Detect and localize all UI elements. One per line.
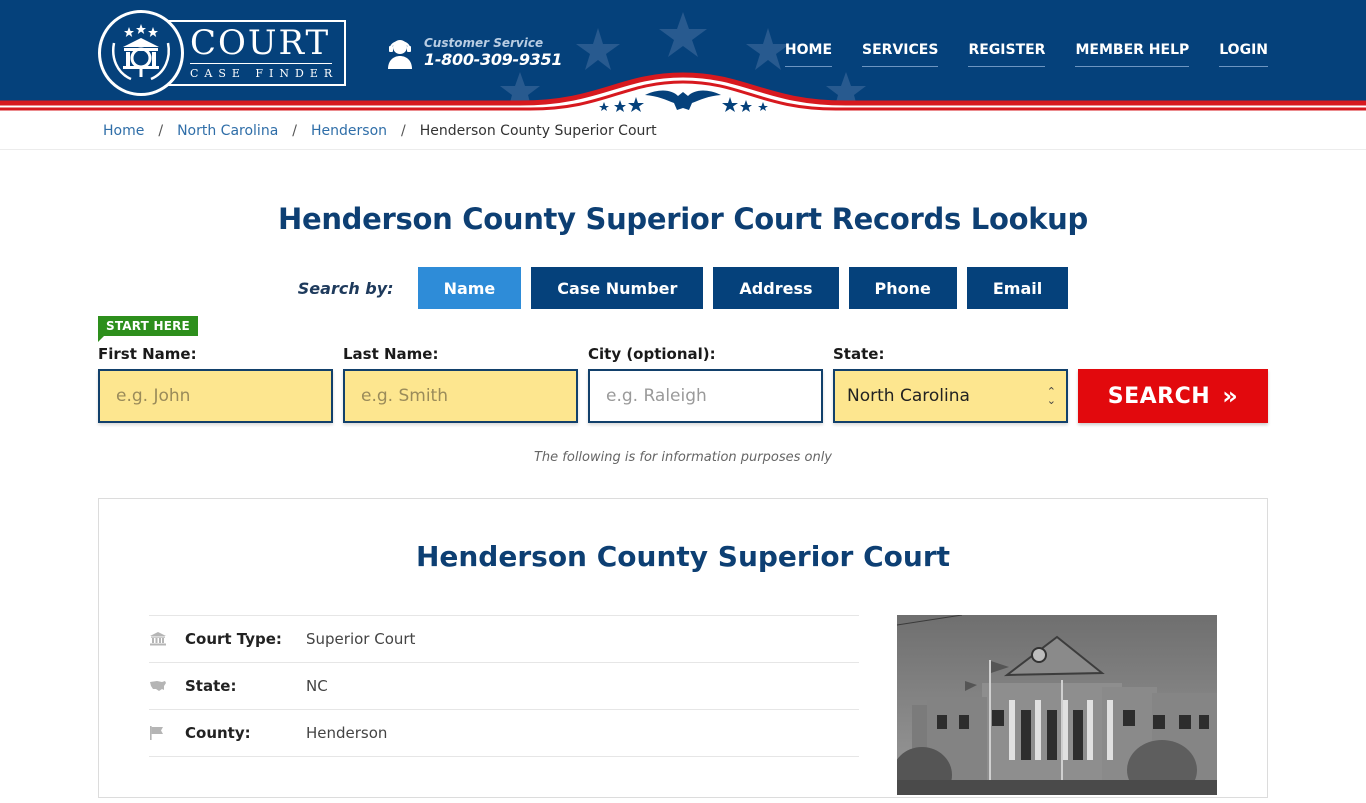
detail-row: State: NC <box>149 662 859 709</box>
last-name-input[interactable]: e.g. Smith <box>343 369 578 423</box>
site-header: COURT CASE FINDER Customer Service 1-800… <box>0 0 1366 112</box>
last-name-label: Last Name: <box>343 345 439 363</box>
breadcrumb-home[interactable]: Home <box>103 123 144 139</box>
start-here-badge: START HERE <box>98 316 198 342</box>
nav-login[interactable]: LOGIN <box>1219 40 1268 67</box>
court-title: Henderson County Superior Court <box>415 540 951 573</box>
city-group: City (optional): e.g. Raleigh <box>588 344 823 423</box>
flag-icon <box>149 726 185 740</box>
customer-service-label: Customer Service <box>424 36 544 50</box>
detail-row: County: Henderson <box>149 709 859 756</box>
first-name-input[interactable]: e.g. John <box>98 369 333 423</box>
select-caret-icon: ⌃ ⌄ <box>1046 385 1056 407</box>
courthouse-photo-image <box>897 615 1217 795</box>
last-name-group: Last Name: e.g. Smith <box>343 344 578 423</box>
city-label: City (optional): <box>588 345 716 363</box>
breadcrumb-separator: / <box>158 122 164 139</box>
double-chevron-right-icon: » <box>1222 382 1239 410</box>
detail-row: Court Type: Superior Court <box>149 615 859 662</box>
detail-key: County: <box>185 724 251 742</box>
breadcrumb-separator: / <box>401 122 406 139</box>
state-label: State: <box>833 345 885 363</box>
city-input[interactable]: e.g. Raleigh <box>588 369 823 423</box>
logo-title: COURT <box>190 23 331 63</box>
logo-divider <box>190 63 332 64</box>
detail-value: NC <box>306 677 328 695</box>
usa-map-icon <box>149 680 185 692</box>
logo-subtitle: CASE FINDER <box>190 67 339 80</box>
court-info-card: Henderson County Superior Court Court Ty… <box>98 498 1268 798</box>
state-group: State: North Carolina ⌃ ⌄ <box>833 344 1068 423</box>
site-logo[interactable]: COURT CASE FINDER <box>98 10 348 96</box>
nav-services[interactable]: SERVICES <box>862 40 939 67</box>
first-name-group: First Name: e.g. John <box>98 344 333 423</box>
first-name-label: First Name: <box>98 345 197 363</box>
nav-home[interactable]: HOME <box>784 40 833 67</box>
courthouse-photo <box>897 615 1217 795</box>
search-by-label: Search by: <box>297 278 394 298</box>
customer-service: Customer Service 1-800-309-9351 <box>386 36 562 70</box>
detail-value: Henderson <box>306 724 388 742</box>
tab-case-number[interactable]: Case Number <box>531 267 704 309</box>
nav-register[interactable]: REGISTER <box>968 40 1046 67</box>
tab-email[interactable]: Email <box>966 267 1069 309</box>
breadcrumb-state[interactable]: North Carolina <box>177 123 278 139</box>
detail-row-divider <box>149 756 859 803</box>
court-details: Court Type: Superior Court State: NC Cou… <box>149 615 859 803</box>
state-select-value: North Carolina <box>847 386 970 406</box>
search-button[interactable]: SEARCH » <box>1078 369 1268 423</box>
search-type-tabs: Search by: Name Case Number Address Phon… <box>0 267 1366 309</box>
detail-value: Superior Court <box>306 630 416 648</box>
tab-name[interactable]: Name <box>417 267 522 309</box>
breadcrumb-county[interactable]: Henderson <box>311 123 387 139</box>
detail-key: Court Type: <box>185 630 282 648</box>
nav-member-help[interactable]: MEMBER HELP <box>1075 40 1190 67</box>
courthouse-emblem-icon <box>98 10 184 96</box>
detail-key: State: <box>185 677 237 695</box>
breadcrumb-separator: / <box>292 122 297 139</box>
bg-star-icon <box>746 28 790 70</box>
page-title: Henderson County Superior Court Records … <box>278 202 1088 236</box>
main-nav: HOME SERVICES REGISTER MEMBER HELP LOGIN <box>784 40 1268 67</box>
customer-service-phone[interactable]: 1-800-309-9351 <box>424 50 562 70</box>
courthouse-icon <box>149 632 185 646</box>
search-button-label: SEARCH <box>1107 383 1211 409</box>
breadcrumb-current: Henderson County Superior Court <box>419 122 657 139</box>
disclaimer: The following is for information purpose… <box>533 450 833 465</box>
tab-phone[interactable]: Phone <box>848 267 957 309</box>
headset-agent-icon <box>388 40 412 69</box>
bg-star-icon <box>576 28 620 70</box>
breadcrumb: Home / North Carolina / Henderson / Hend… <box>0 112 1366 150</box>
logo-wordmark: COURT CASE FINDER <box>158 20 346 86</box>
tab-address[interactable]: Address <box>713 267 839 309</box>
bg-star-icon <box>659 12 707 57</box>
state-select[interactable]: North Carolina ⌃ ⌄ <box>833 369 1068 423</box>
